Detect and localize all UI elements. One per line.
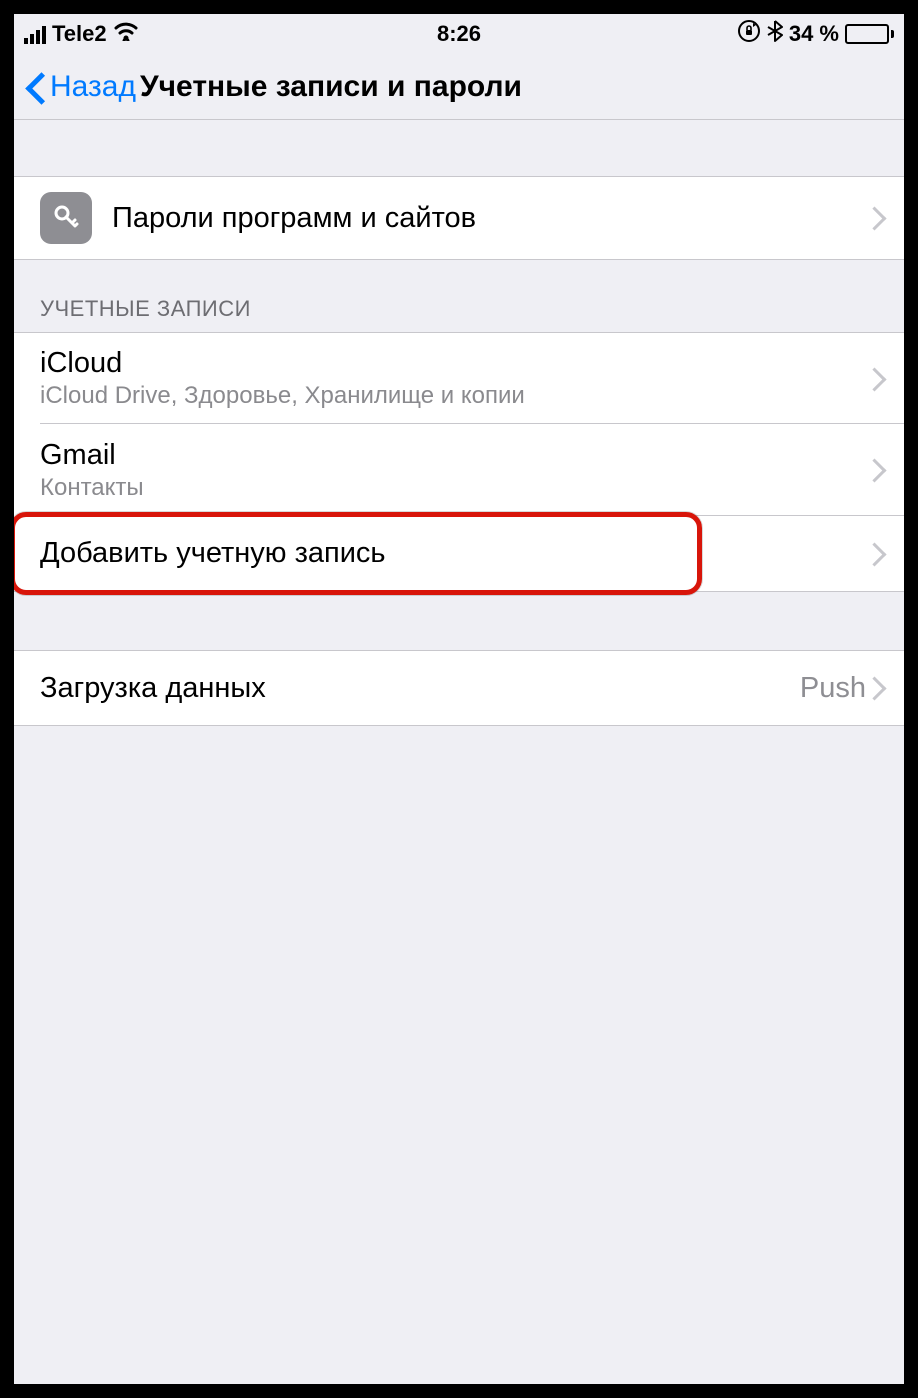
key-icon xyxy=(40,192,92,244)
cell-title: Загрузка данных xyxy=(40,672,266,705)
wifi-icon xyxy=(113,21,139,47)
cell-title: Gmail xyxy=(40,439,116,472)
cell-title: iCloud xyxy=(40,347,122,380)
cell-detail: Push xyxy=(800,672,866,705)
accounts-header: УЧЕТНЫЕ ЗАПИСИ xyxy=(14,260,904,332)
chevron-right-icon xyxy=(866,674,884,702)
cellular-signal-icon xyxy=(24,24,46,44)
battery-percent: 34 % xyxy=(789,21,839,47)
status-bar: Tele2 8:26 xyxy=(14,14,904,54)
screen: Tele2 8:26 xyxy=(14,14,904,1384)
group-spacer xyxy=(14,120,904,176)
navigation-bar: Назад Учетные записи и пароли xyxy=(14,54,904,120)
fetch-new-data-row[interactable]: Загрузка данных Push xyxy=(14,650,904,726)
status-time: 8:26 xyxy=(437,21,481,47)
cell-subtitle: Контакты xyxy=(40,474,144,502)
carrier-label: Tele2 xyxy=(52,21,107,47)
app-website-passwords-row[interactable]: Пароли программ и сайтов xyxy=(14,176,904,260)
chevron-right-icon xyxy=(866,540,884,568)
chevron-right-icon xyxy=(866,365,884,393)
chevron-right-icon xyxy=(866,456,884,484)
chevron-left-icon xyxy=(24,69,46,105)
chevron-right-icon xyxy=(866,204,884,232)
battery-icon xyxy=(845,24,894,44)
bluetooth-icon xyxy=(767,19,783,49)
account-row-icloud[interactable]: iCloud iCloud Drive, Здоровье, Хранилище… xyxy=(14,332,904,424)
back-label: Назад xyxy=(50,70,136,104)
page-title: Учетные записи и пароли xyxy=(140,70,522,104)
account-row-gmail[interactable]: Gmail Контакты xyxy=(14,424,904,516)
status-right: 34 % xyxy=(737,19,894,49)
add-account-row[interactable]: Добавить учетную запись xyxy=(14,516,904,592)
status-left: Tele2 xyxy=(24,21,139,47)
group-spacer xyxy=(14,592,904,650)
orientation-lock-icon xyxy=(737,19,761,49)
cell-title: Пароли программ и сайтов xyxy=(112,202,476,235)
cell-subtitle: iCloud Drive, Здоровье, Хранилище и копи… xyxy=(40,382,525,410)
device-frame: Tele2 8:26 xyxy=(0,0,918,1398)
cell-title: Добавить учетную запись xyxy=(40,537,386,570)
back-button[interactable]: Назад xyxy=(24,69,136,105)
